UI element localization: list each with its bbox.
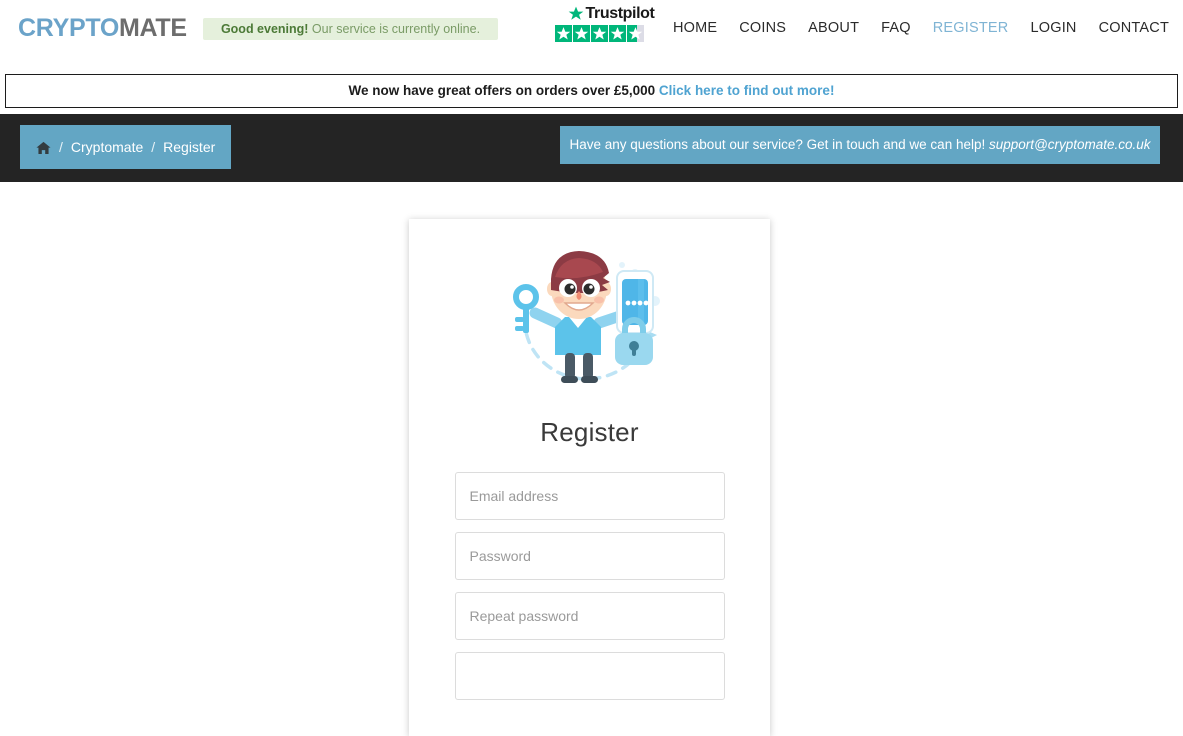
repeat-password-field-wrapper[interactable] [454, 592, 725, 640]
password-input[interactable] [467, 547, 712, 565]
status-greeting: Good evening! [220, 22, 309, 36]
trustpilot-star-4 [609, 25, 626, 42]
home-icon[interactable] [36, 141, 51, 155]
breadcrumb-separator-1: / [59, 139, 63, 155]
site-logo[interactable]: CRYPTOMATE [18, 14, 187, 43]
trustpilot-widget[interactable]: Trustpilot [555, 4, 667, 42]
promo-link[interactable]: Click here to find out more! [659, 83, 835, 98]
trustpilot-name: Trustpilot [585, 4, 655, 22]
breadcrumb-item-register[interactable]: Register [163, 139, 215, 155]
nav-item-home[interactable]: HOME [673, 20, 717, 36]
promo-banner: We now have great offers on orders over … [5, 74, 1178, 108]
site-header: CRYPTOMATE Good evening! Our service is … [0, 0, 1183, 57]
email-field-wrapper[interactable] [454, 472, 725, 520]
repeat-password-input[interactable] [467, 607, 712, 625]
email-input[interactable] [467, 487, 712, 505]
breadcrumb-separator-2: / [151, 139, 156, 155]
service-status-badge: Good evening! Our service is currently o… [203, 18, 498, 40]
password-field-wrapper[interactable] [454, 532, 725, 580]
trustpilot-star-rating [555, 25, 667, 42]
support-text: Have any questions about our service? Ge… [569, 137, 989, 152]
trustpilot-logo: Trustpilot [555, 4, 667, 23]
breadcrumb: / Cryptomate / Register [20, 125, 232, 169]
trustpilot-star-2 [573, 25, 590, 42]
support-email[interactable]: support@cryptomate.co.uk [989, 137, 1151, 152]
nav-item-login[interactable]: LOGIN [1030, 20, 1076, 36]
fourth-field-wrapper[interactable] [454, 652, 725, 700]
status-message: Our service is currently online. [308, 22, 481, 36]
trustpilot-star-3 [591, 25, 608, 42]
nav-item-coins[interactable]: COINS [739, 20, 786, 36]
page-title: Register [540, 417, 639, 447]
nav-item-about[interactable]: ABOUT [808, 20, 859, 36]
support-contact-box: Have any questions about our service? Ge… [560, 126, 1160, 164]
register-card: Register [409, 219, 770, 736]
nav-item-contact[interactable]: CONTACT [1099, 20, 1169, 36]
breadcrumb-item-cryptomate[interactable]: Cryptomate [71, 139, 143, 155]
trustpilot-star-5-partial [627, 25, 644, 42]
trustpilot-star-1 [555, 25, 572, 42]
register-security-illustration [512, 251, 660, 383]
fourth-input[interactable] [467, 667, 712, 685]
trustpilot-star-icon [568, 6, 583, 20]
promo-text: We now have great offers on orders over … [348, 83, 659, 98]
logo-text-secondary: MATE [119, 14, 187, 42]
nav-item-register[interactable]: REGISTER [933, 20, 1009, 36]
main-navigation: HOME COINS ABOUT FAQ REGISTER LOGIN CONT… [673, 20, 1169, 36]
nav-item-faq[interactable]: FAQ [881, 20, 911, 36]
logo-text-primary: CRYPTO [18, 14, 119, 42]
